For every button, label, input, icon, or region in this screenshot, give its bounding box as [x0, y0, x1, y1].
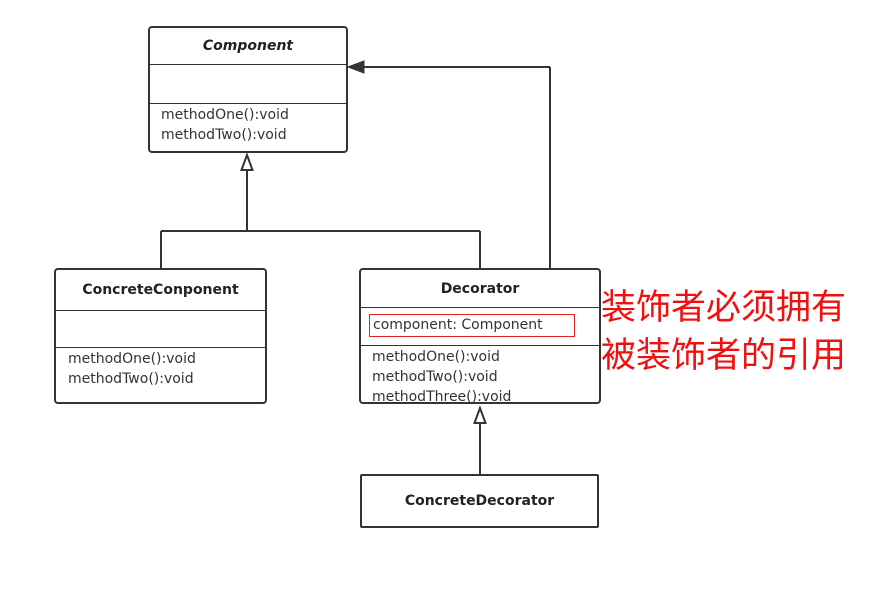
class-decorator[interactable]: Decorator component: Component methodOne… — [359, 268, 601, 404]
class-concrete-component-name: ConcreteConponent — [56, 270, 265, 311]
decorator-component-reference: component: Component — [369, 314, 575, 337]
class-component-attributes — [150, 65, 346, 104]
class-component[interactable]: Component methodOne():void methodTwo():v… — [148, 26, 348, 153]
method-item: methodOne():void — [161, 107, 289, 123]
annotation-line-1: 装饰者必须拥有 — [601, 288, 847, 328]
method-item: methodTwo():void — [161, 127, 287, 143]
class-decorator-name: Decorator — [361, 270, 599, 308]
class-concrete-component[interactable]: ConcreteConponent methodOne():void metho… — [54, 268, 267, 404]
association-connector — [363, 66, 551, 269]
class-decorator-methods: methodOne():void methodTwo():void method… — [361, 346, 599, 404]
class-component-name: Component — [150, 28, 346, 65]
class-concrete-decorator-name: ConcreteDecorator — [404, 493, 555, 509]
association-arrowhead — [346, 60, 365, 74]
class-concrete-component-attributes — [56, 311, 265, 348]
method-item: methodTwo():void — [372, 369, 498, 385]
class-decorator-attributes: component: Component — [361, 308, 599, 346]
method-item: methodTwo():void — [68, 371, 194, 387]
class-concrete-decorator[interactable]: ConcreteDecorator — [360, 474, 599, 528]
class-component-methods: methodOne():void methodTwo():void — [150, 104, 346, 145]
class-concrete-component-methods: methodOne():void methodTwo():void — [56, 348, 265, 389]
method-item: methodOne():void — [372, 349, 500, 365]
inheritance-connector-component — [160, 170, 481, 269]
annotation-line-2: 被装饰者的引用 — [601, 336, 847, 376]
inheritance-arrowhead-component — [240, 152, 254, 171]
method-item: methodOne():void — [68, 351, 196, 367]
inheritance-arrowhead-decorator — [473, 405, 487, 424]
method-item: methodThree():void — [372, 389, 512, 404]
